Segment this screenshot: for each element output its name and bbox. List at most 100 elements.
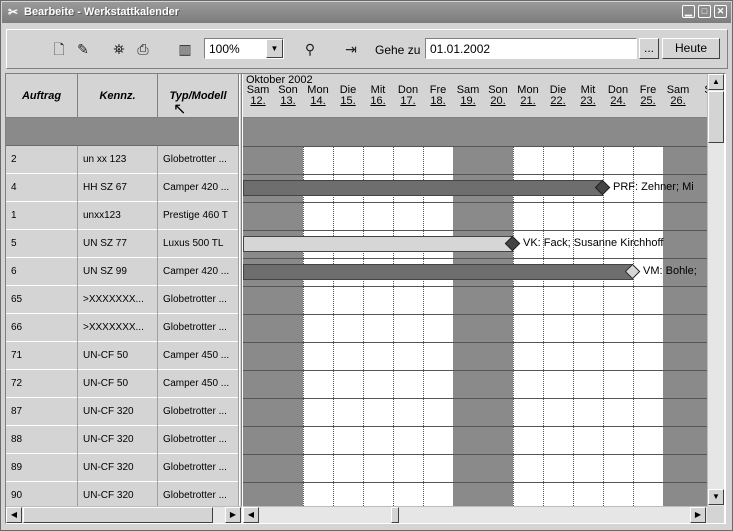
columns-icon[interactable]: ▥: [175, 39, 195, 59]
app-window: ✂ Bearbeite - Werkstattkalender ▁ □ ✕ 🗋 …: [0, 0, 733, 531]
table-row[interactable]: 72 UN-CF 50 Camper 450 ...: [6, 370, 239, 398]
appointment-bar[interactable]: [243, 236, 513, 252]
day-date: 22.: [550, 95, 566, 107]
resize-grip-icon[interactable]: [707, 506, 724, 523]
appointment-bar[interactable]: [243, 264, 633, 280]
row-gridline: [243, 454, 707, 455]
vertical-scroll-thumb[interactable]: [708, 91, 724, 143]
close-icon[interactable]: ✕: [714, 5, 727, 18]
day-header-cell: Fre 25.: [633, 85, 663, 107]
day-header-cell: Sam 26.: [663, 85, 693, 107]
table-row[interactable]: 87 UN-CF 320 Globetrotter ...: [6, 398, 239, 426]
cell-auftrag: 5: [6, 230, 78, 258]
print-icon[interactable]: ⎙: [133, 39, 153, 59]
table-row[interactable]: 66 >XXXXXXX... Globetrotter ...: [6, 314, 239, 342]
weekend-column: [483, 118, 513, 506]
day-header-cell: Die 22.: [543, 85, 573, 107]
binoculars-icon[interactable]: ⛯: [109, 39, 129, 59]
calendar-app-icon[interactable]: ✂: [6, 5, 20, 19]
day-date: 20.: [490, 95, 506, 107]
scroll-right-icon[interactable]: ▶: [225, 507, 241, 523]
maximize-icon[interactable]: □: [698, 5, 711, 18]
calendar-scroll-right-icon[interactable]: ▶: [690, 507, 706, 523]
calendar-scroll-thumb[interactable]: [391, 507, 399, 523]
table-row[interactable]: 88 UN-CF 320 Globetrotter ...: [6, 426, 239, 454]
table-row[interactable]: 89 UN-CF 320 Globetrotter ...: [6, 454, 239, 482]
chevron-down-icon[interactable]: ▼: [266, 39, 283, 58]
day-header-cell: Die 15.: [333, 85, 363, 107]
left-horizontal-scrollbar[interactable]: ◀ ▶: [6, 506, 242, 523]
table-row[interactable]: 71 UN-CF 50 Camper 450 ...: [6, 342, 239, 370]
minimize-icon[interactable]: ▁: [682, 5, 695, 18]
column-header-typ[interactable]: Typ/Modell: [158, 74, 239, 118]
calendar-scroll-left-icon[interactable]: ◀: [243, 507, 259, 523]
row-gridline: [243, 342, 707, 343]
exit-door-icon[interactable]: ⇥: [341, 39, 361, 59]
day-gridline: [573, 118, 574, 506]
window-title: Bearbeite - Werkstattkalender: [24, 6, 180, 18]
pane-splitter[interactable]: [239, 74, 242, 506]
cell-kennz: UN SZ 77: [78, 230, 158, 258]
day-gridline: [303, 118, 304, 506]
edit-icon[interactable]: ✎: [73, 39, 93, 59]
grid-group-band: [6, 118, 239, 146]
row-gridline: [243, 482, 707, 483]
today-button[interactable]: Heute: [662, 38, 720, 59]
day-gridline: [603, 118, 604, 506]
day-date: 19.: [460, 95, 476, 107]
cell-auftrag: 2: [6, 146, 78, 174]
browse-date-button[interactable]: ...: [639, 38, 659, 59]
row-gridline: [243, 370, 707, 371]
table-row[interactable]: 6 UN SZ 99 Camper 420 ...: [6, 258, 239, 286]
left-scroll-thumb[interactable]: [23, 507, 213, 523]
cell-kennz: un xx 123: [78, 146, 158, 174]
column-header-kennz[interactable]: Kennz.: [78, 74, 158, 118]
row-gridline: [243, 398, 707, 399]
cell-typ: Camper 420 ...: [158, 258, 239, 286]
day-date: 14.: [310, 95, 326, 107]
day-gridline: [363, 118, 364, 506]
table-row[interactable]: 65 >XXXXXXX... Globetrotter ...: [6, 286, 239, 314]
day-date: 17.: [400, 95, 416, 107]
vertical-scrollbar[interactable]: ▲ ▼: [707, 74, 724, 506]
title-bar[interactable]: ✂ Bearbeite - Werkstattkalender ▁ □ ✕: [2, 2, 731, 23]
day-date: 25.: [640, 95, 656, 107]
new-document-icon[interactable]: 🗋: [49, 39, 69, 59]
mouse-cursor-icon: ↖: [173, 101, 187, 118]
cell-auftrag: 88: [6, 426, 78, 454]
appointment-bar[interactable]: [243, 180, 603, 196]
filter-icon[interactable]: ⚲: [300, 39, 320, 59]
weekend-column: [273, 118, 303, 506]
table-row[interactable]: 2 un xx 123 Globetrotter ...: [6, 146, 239, 174]
day-date: 18.: [430, 95, 446, 107]
cell-kennz: UN-CF 50: [78, 370, 158, 398]
table-row[interactable]: 5 UN SZ 77 Luxus 500 TL: [6, 230, 239, 258]
goto-date-input[interactable]: 01.01.2002: [425, 38, 637, 59]
day-header-cell: Don 24.: [603, 85, 633, 107]
zoom-select[interactable]: 100% ▼: [204, 38, 284, 59]
row-gridline: [243, 314, 707, 315]
day-header-cell: S: [693, 85, 707, 96]
cell-kennz: UN-CF 320: [78, 482, 158, 506]
cell-typ: Camper 450 ...: [158, 370, 239, 398]
cell-typ: Camper 420 ...: [158, 174, 239, 202]
cell-typ: Globetrotter ...: [158, 398, 239, 426]
table-row[interactable]: 4 HH SZ 67 Camper 420 ...: [6, 174, 239, 202]
scroll-up-icon[interactable]: ▲: [708, 74, 724, 90]
right-horizontal-scrollbar[interactable]: ◀ ▶: [243, 506, 707, 523]
cell-typ: Prestige 460 T: [158, 202, 239, 230]
cell-typ: Globetrotter ...: [158, 314, 239, 342]
day-date: 23.: [580, 95, 596, 107]
cell-typ: Camper 450 ...: [158, 342, 239, 370]
cell-typ: Luxus 500 TL: [158, 230, 239, 258]
day-header-cell: Mit 16.: [363, 85, 393, 107]
scroll-left-icon[interactable]: ◀: [6, 507, 22, 523]
table-row[interactable]: 1 unxx123 Prestige 460 T: [6, 202, 239, 230]
scroll-down-icon[interactable]: ▼: [708, 489, 724, 505]
cell-auftrag: 4: [6, 174, 78, 202]
column-header-auftrag[interactable]: Auftrag: [6, 74, 78, 118]
goto-label: Gehe zu: [375, 43, 421, 57]
cell-auftrag: 89: [6, 454, 78, 482]
table-row[interactable]: 90 UN-CF 320 Globetrotter ...: [6, 482, 239, 506]
row-gridline: [243, 174, 707, 175]
